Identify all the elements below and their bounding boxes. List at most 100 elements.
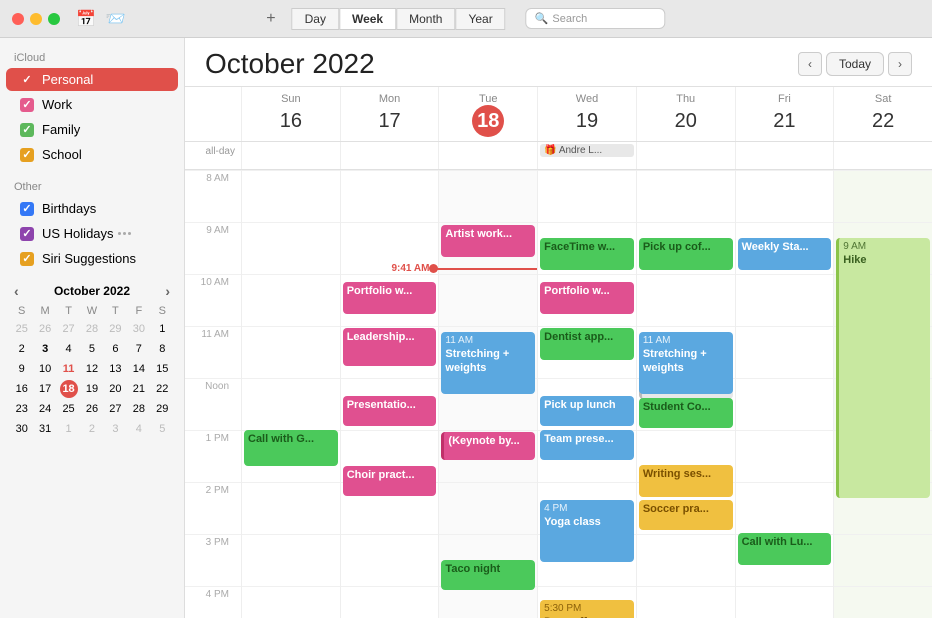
mini-cal-day[interactable]: 9 [13,360,31,378]
event-student-co[interactable]: Student Co... [639,398,733,428]
event-team-prese[interactable]: Team prese... [540,430,634,460]
cal-next-button[interactable]: › [888,52,912,76]
allday-thu[interactable] [636,142,735,169]
mini-cal-day[interactable]: 4 [60,340,78,358]
mini-cal-day[interactable]: 4 [130,420,148,438]
event-portfolio-wed[interactable]: Portfolio w... [540,282,634,314]
day-slot[interactable] [736,378,834,430]
event-call-with-g[interactable]: Call with G... [244,430,338,466]
day-slot[interactable] [242,534,340,586]
day-slot[interactable] [637,170,735,222]
calendar-icon[interactable]: 📅 [76,9,96,29]
day-header-wed[interactable]: Wed 19 [537,87,636,141]
mini-cal-day[interactable]: 19 [83,380,101,398]
day-slot[interactable] [242,170,340,222]
day-slot[interactable] [736,586,834,618]
event-taco-night[interactable]: Taco night [441,560,535,590]
mini-cal-day[interactable]: 30 [130,320,148,338]
day-slot[interactable] [242,326,340,378]
allday-sat[interactable] [833,142,932,169]
day-header-mon[interactable]: Mon 17 [340,87,439,141]
mini-cal-day[interactable]: 1 [60,420,78,438]
mini-cal-prev[interactable]: ‹ [10,283,23,299]
day-slot[interactable] [341,222,439,274]
mini-cal-day[interactable]: 14 [130,360,148,378]
event-dentist[interactable]: Dentist app... [540,328,634,360]
mini-cal-day[interactable]: 31 [36,420,54,438]
add-event-button[interactable]: + [266,10,275,28]
mini-cal-day[interactable]: 28 [130,400,148,418]
event-drop-off-grandma[interactable]: 5:30 PM Drop off Grandma... [540,600,634,618]
mini-cal-day[interactable]: 30 [13,420,31,438]
event-writing-ses[interactable]: Writing ses... [639,465,733,497]
day-header-sat[interactable]: Sat 22 [833,87,932,141]
allday-mon[interactable] [340,142,439,169]
event-facetime[interactable]: FaceTime w... [540,238,634,270]
mini-cal-day[interactable]: 27 [106,400,124,418]
day-view-button[interactable]: Day [292,8,339,30]
day-col-tue[interactable]: Artist work... 11 AM Stretching + weight… [438,170,537,618]
siri-suggestions-checkbox[interactable] [20,252,34,266]
mini-cal-day[interactable]: 26 [36,320,54,338]
day-slot[interactable] [736,326,834,378]
mini-cal-day[interactable]: 29 [153,400,171,418]
mini-cal-today[interactable]: 18 [60,380,78,398]
family-checkbox[interactable] [20,123,34,137]
mini-cal-day[interactable]: 23 [13,400,31,418]
mini-cal-day[interactable]: 25 [13,320,31,338]
day-header-tue[interactable]: Tue 18 [438,87,537,141]
mini-cal-day[interactable]: 21 [130,380,148,398]
mini-cal-day[interactable]: 2 [13,340,31,358]
day-slot[interactable] [242,378,340,430]
day-slot[interactable] [637,534,735,586]
day-slot[interactable] [341,586,439,618]
day-slot[interactable] [439,586,537,618]
mini-cal-day[interactable]: 10 [36,360,54,378]
day-header-fri[interactable]: Fri 21 [735,87,834,141]
year-view-button[interactable]: Year [455,8,505,30]
mini-cal-day[interactable]: 6 [106,340,124,358]
mini-cal-day[interactable]: 27 [60,320,78,338]
day-col-mon[interactable]: Portfolio w... Leadership... Presentatio… [340,170,439,618]
day-slot[interactable] [834,586,932,618]
allday-fri[interactable] [735,142,834,169]
day-slot[interactable] [736,430,834,482]
minimize-button[interactable] [30,13,42,25]
mini-cal-day[interactable]: 20 [106,380,124,398]
birthdays-checkbox[interactable] [20,202,34,216]
allday-sun[interactable] [241,142,340,169]
sidebar-item-us-holidays[interactable]: US Holidays [6,222,178,245]
mini-cal-day[interactable]: 3 [106,420,124,438]
event-artist-work[interactable]: Artist work... [441,225,535,257]
week-view-button[interactable]: Week [339,8,396,30]
mini-cal-day[interactable]: 12 [83,360,101,378]
day-slot[interactable] [341,170,439,222]
cal-prev-button[interactable]: ‹ [798,52,822,76]
day-slot[interactable] [242,274,340,326]
day-slot[interactable] [439,170,537,222]
day-slot[interactable] [736,170,834,222]
event-leadership[interactable]: Leadership... [343,328,437,366]
mini-cal-day[interactable]: 24 [36,400,54,418]
mini-cal-day[interactable]: 11 [60,360,78,378]
mini-cal-day[interactable]: 29 [106,320,124,338]
day-slot[interactable] [637,274,735,326]
personal-checkbox[interactable] [20,73,34,87]
day-col-thu[interactable]: Pick up cof... (Budget Me... 11 AM Stret… [636,170,735,618]
mini-cal-day[interactable]: 8 [153,340,171,358]
event-presentatio[interactable]: Presentatio... [343,396,437,426]
event-keynote[interactable]: (Keynote by... [441,432,535,460]
allday-wed[interactable]: 🎁 Andre L... [537,142,636,169]
event-choir-pract[interactable]: Choir pract... [343,466,437,496]
allday-event-andre[interactable]: 🎁 Andre L... [540,144,634,157]
day-slot[interactable] [242,482,340,534]
day-col-wed[interactable]: FaceTime w... Portfolio w... Dentist app… [537,170,636,618]
month-view-button[interactable]: Month [396,8,455,30]
day-slot[interactable] [637,586,735,618]
mini-cal-day[interactable]: 7 [130,340,148,358]
inbox-icon[interactable]: 📨 [106,9,126,29]
search-box[interactable]: 🔍 Search [526,8,666,29]
mini-cal-day[interactable]: 15 [153,360,171,378]
day-slot[interactable] [439,482,537,534]
sidebar-item-work[interactable]: Work [6,93,178,116]
